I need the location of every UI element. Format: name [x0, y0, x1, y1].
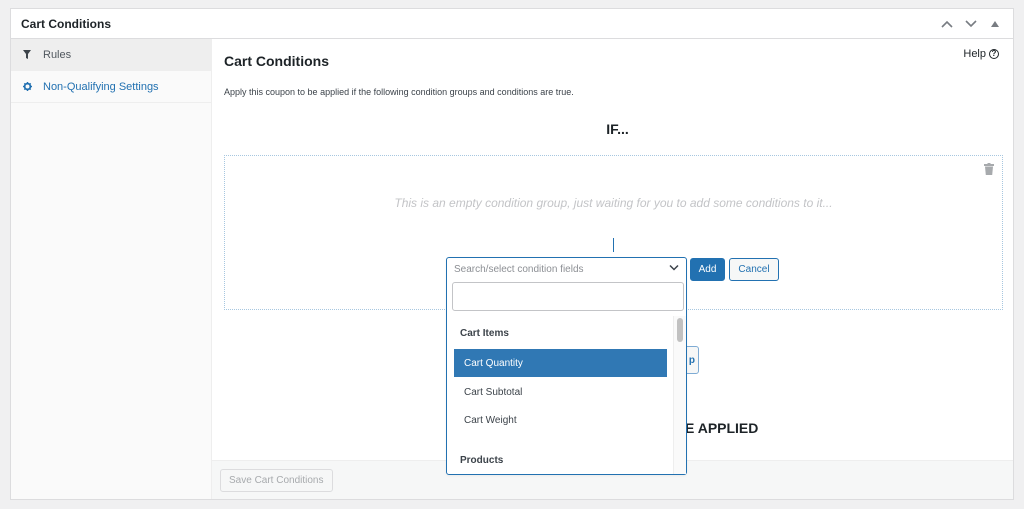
option-group-label: Products: [460, 455, 504, 466]
tab-label: Rules: [43, 48, 72, 61]
question-circle-icon: ?: [989, 49, 999, 59]
select-placeholder: Search/select condition fields: [454, 263, 584, 275]
then-applied-label: E APPLIED: [685, 420, 759, 436]
metabox-title: Cart Conditions: [21, 16, 111, 31]
filter-icon: [21, 50, 33, 59]
tab-rules[interactable]: Rules: [11, 39, 211, 71]
empty-group-message: This is an empty condition group, just w…: [394, 196, 833, 210]
option-cart-quantity[interactable]: Cart Quantity: [454, 349, 667, 377]
add-condition-button[interactable]: Add: [690, 258, 725, 281]
cancel-button[interactable]: Cancel: [729, 258, 779, 281]
condition-field-select[interactable]: Search/select condition fields Cart Item…: [446, 257, 687, 475]
select-toggle[interactable]: Search/select condition fields: [447, 258, 686, 280]
metabox-header: Cart Conditions: [11, 9, 1013, 39]
help-label: Help: [963, 48, 986, 60]
option-cart-weight[interactable]: Cart Weight: [454, 406, 667, 434]
sidebar: Rules Non-Qualifying Settings: [11, 39, 212, 499]
save-cart-conditions-button[interactable]: Save Cart Conditions: [220, 469, 333, 492]
tab-non-qualifying-settings[interactable]: Non-Qualifying Settings: [11, 71, 211, 103]
options-list: Cart Items Cart Quantity Cart Subtotal C…: [447, 316, 686, 474]
trash-icon[interactable]: [984, 162, 994, 175]
tab-label: Non-Qualifying Settings: [43, 80, 159, 93]
chevron-down-icon: [965, 20, 977, 28]
panel-description: Apply this coupon to be applied if the f…: [224, 87, 574, 97]
panel-heading: Cart Conditions: [224, 53, 329, 69]
scrollbar-thumb[interactable]: [677, 318, 683, 342]
chevron-down-icon: [669, 264, 679, 271]
option-cart-subtotal[interactable]: Cart Subtotal: [454, 378, 667, 406]
condition-search-input[interactable]: [452, 282, 684, 311]
metabox-actions: [937, 9, 1005, 39]
move-up-button[interactable]: [937, 12, 957, 36]
triangle-up-icon: [991, 21, 999, 27]
move-down-button[interactable]: [961, 12, 981, 36]
if-label: IF...: [606, 121, 629, 137]
toggle-panel-button[interactable]: [985, 12, 1005, 36]
help-link[interactable]: Help ?: [963, 48, 999, 60]
gear-icon: [21, 82, 33, 91]
options-scrollbar[interactable]: [673, 316, 686, 474]
connector-line: [613, 238, 614, 252]
option-group-label: Cart Items: [460, 328, 509, 339]
chevron-up-icon: [941, 20, 953, 28]
